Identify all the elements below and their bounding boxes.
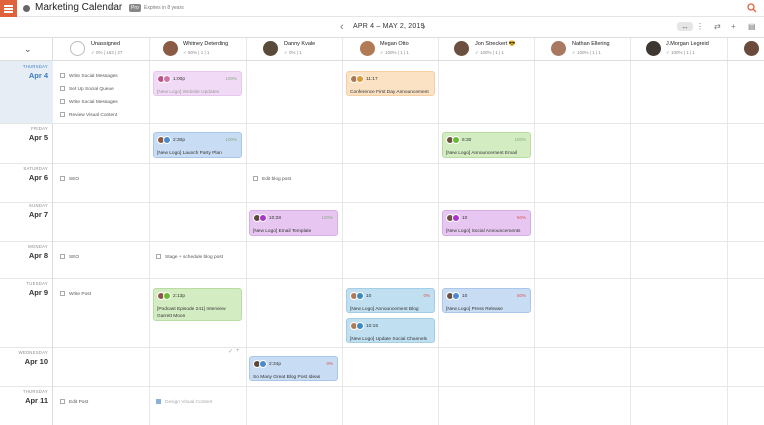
task-item[interactable]: Edit Post: [60, 399, 88, 405]
checkbox[interactable]: [60, 291, 65, 296]
date-range-label[interactable]: APR 4 – MAY 2, 2019: [353, 23, 425, 30]
avatar: [70, 41, 85, 56]
calendar-color-dot: [23, 5, 30, 12]
day-label: TUESDAY Apr 9: [26, 281, 48, 297]
user-column-next[interactable]: [727, 38, 764, 60]
content-card[interactable]: 10:15 [New Logo] Update Social Channels: [346, 318, 435, 343]
user-stats: ✓ 100% | 1 | 1: [380, 50, 409, 55]
checkbox[interactable]: [253, 176, 258, 181]
user-column-unassigned[interactable]: Unassigned ✓ 0% | 163 | 27: [53, 38, 149, 60]
list-view-icon[interactable]: ▤: [748, 22, 756, 31]
avatar: [551, 41, 566, 56]
checkbox[interactable]: [60, 176, 65, 181]
user-stats: ✓ 50% | 1 | 1: [183, 50, 210, 55]
checkbox[interactable]: [60, 399, 65, 404]
user-stats: ✓ 100% | 1 | 1: [475, 50, 504, 55]
search-icon[interactable]: [747, 3, 757, 13]
content-card[interactable]: 2:34p 0% So Many Great Blog Post Ideas: [249, 356, 338, 381]
avatar: [454, 41, 469, 56]
task-item[interactable]: Set Up Social Queue: [60, 86, 114, 92]
user-stats: ✓ 0% | 163 | 27: [91, 50, 123, 55]
content-card[interactable]: 2:30p 100% [New Logo] Launch Party Plan: [153, 132, 242, 158]
add-icon[interactable]: +: [236, 348, 240, 354]
avatar: [360, 41, 375, 56]
content-card[interactable]: 1:00p 100% [New Logo] Website Updates: [153, 71, 242, 96]
content-card[interactable]: 11:17 Conference First Day Announcement: [346, 71, 435, 96]
user-column-jon[interactable]: Jon Streckert 😎 ✓ 100% | 1 | 1: [438, 38, 534, 60]
checkbox[interactable]: [60, 254, 65, 259]
task-item[interactable]: Write Social Messages: [60, 99, 118, 105]
user-column-danny[interactable]: Danny Kvale ✓ 0% | 1: [246, 38, 342, 60]
content-card[interactable]: 10 50% [New Logo] Press Release: [442, 288, 531, 313]
content-card[interactable]: 10 50% [New Logo] Social Announcements: [442, 210, 531, 236]
top-bar: Marketing Calendar All Pro Expires in 8 …: [0, 0, 764, 17]
task-item[interactable]: SEO: [60, 176, 79, 182]
content-card[interactable]: 2:13p [Podcast Episode 241] Interview Ga…: [153, 288, 242, 321]
all-filter-label[interactable]: All: [110, 5, 116, 11]
user-stats: ✓ 100% | 1 | 1: [666, 50, 695, 55]
day-label: MONDAY Apr 8: [28, 244, 48, 260]
user-name: Whitney Deterding: [183, 41, 229, 47]
expires-text: Expires in 8 years: [144, 5, 184, 11]
user-column-whitney[interactable]: Whitney Deterding ✓ 50% | 1 | 1: [149, 38, 246, 60]
day-column: ⌄: [0, 38, 53, 425]
task-item[interactable]: Write Social Messages: [60, 73, 118, 79]
day-label: SATURDAY Apr 6: [23, 166, 48, 182]
checkbox[interactable]: [60, 86, 65, 91]
checkbox[interactable]: [156, 399, 161, 404]
checkbox[interactable]: [156, 254, 161, 259]
calendar-grid: ⌄ Unassigned ✓ 0% | 163 | 27 Whitney Det…: [0, 37, 764, 425]
pro-badge: Pro: [129, 4, 141, 12]
check-icon[interactable]: ✓: [228, 348, 233, 355]
checkbox[interactable]: [60, 112, 65, 117]
share-icon[interactable]: ⇄: [714, 22, 721, 31]
content-card[interactable]: 6:30 100% [New Logo] Announcement Email: [442, 132, 531, 158]
day-label: SUNDAY Apr 7: [28, 203, 48, 219]
user-name: Jon Streckert 😎: [475, 41, 516, 47]
task-item[interactable]: Write Post: [60, 291, 91, 297]
date-navigation: ‹ APR 4 – MAY 2, 2019 › ↔ ⋮ ⇄ + ▤: [0, 18, 764, 38]
avatar: [744, 41, 759, 56]
user-column-megan[interactable]: Megan Otto ✓ 100% | 1 | 1: [342, 38, 438, 60]
task-item[interactable]: Review Visual Content: [60, 112, 117, 118]
collapse-view-icon[interactable]: ↔: [677, 22, 693, 31]
user-name: J.Morgan Legreid: [666, 41, 709, 47]
content-card[interactable]: 10:28 100% [New Logo] Email Template: [249, 210, 338, 236]
user-name: Megan Otto: [380, 41, 409, 47]
user-column-jmorgan[interactable]: J.Morgan Legreid ✓ 100% | 1 | 1: [630, 38, 727, 60]
day-label: FRIDAY Apr 5: [28, 126, 48, 142]
task-item[interactable]: SEO: [60, 254, 79, 260]
task-item[interactable]: Edit blog post: [253, 176, 291, 182]
avatar: [163, 41, 178, 56]
menu-icon[interactable]: [0, 0, 17, 17]
avatar: [263, 41, 278, 56]
user-name: Danny Kvale: [284, 41, 316, 47]
day-label: THURSDAY Apr 11: [22, 389, 48, 405]
day-label: THURSDAY Apr 4: [22, 64, 48, 80]
add-icon[interactable]: +: [731, 22, 736, 31]
avatar: [646, 41, 661, 56]
user-stats: ✓ 100% | 1 | 1: [572, 50, 601, 55]
more-options-icon[interactable]: ⋮: [696, 22, 704, 31]
chevron-left-icon[interactable]: ‹: [340, 21, 344, 33]
user-name: Unassigned: [91, 41, 121, 47]
task-item[interactable]: Design Visual Content: [156, 399, 212, 405]
user-stats: ✓ 0% | 1: [284, 50, 302, 55]
user-name: Nathan Ellering: [572, 41, 610, 47]
day-label: WEDNESDAY Apr 10: [18, 350, 48, 366]
task-item[interactable]: Stage + schedule blog post: [156, 254, 223, 260]
checkbox[interactable]: [60, 73, 65, 78]
content-card[interactable]: 10 0% [New Logo] Announcement Blog: [346, 288, 435, 313]
chevron-down-icon[interactable]: ⌄: [24, 44, 32, 55]
chevron-right-icon[interactable]: ›: [422, 21, 426, 33]
checkbox[interactable]: [60, 99, 65, 104]
user-column-nathan[interactable]: Nathan Ellering ✓ 100% | 1 | 1: [534, 38, 630, 60]
